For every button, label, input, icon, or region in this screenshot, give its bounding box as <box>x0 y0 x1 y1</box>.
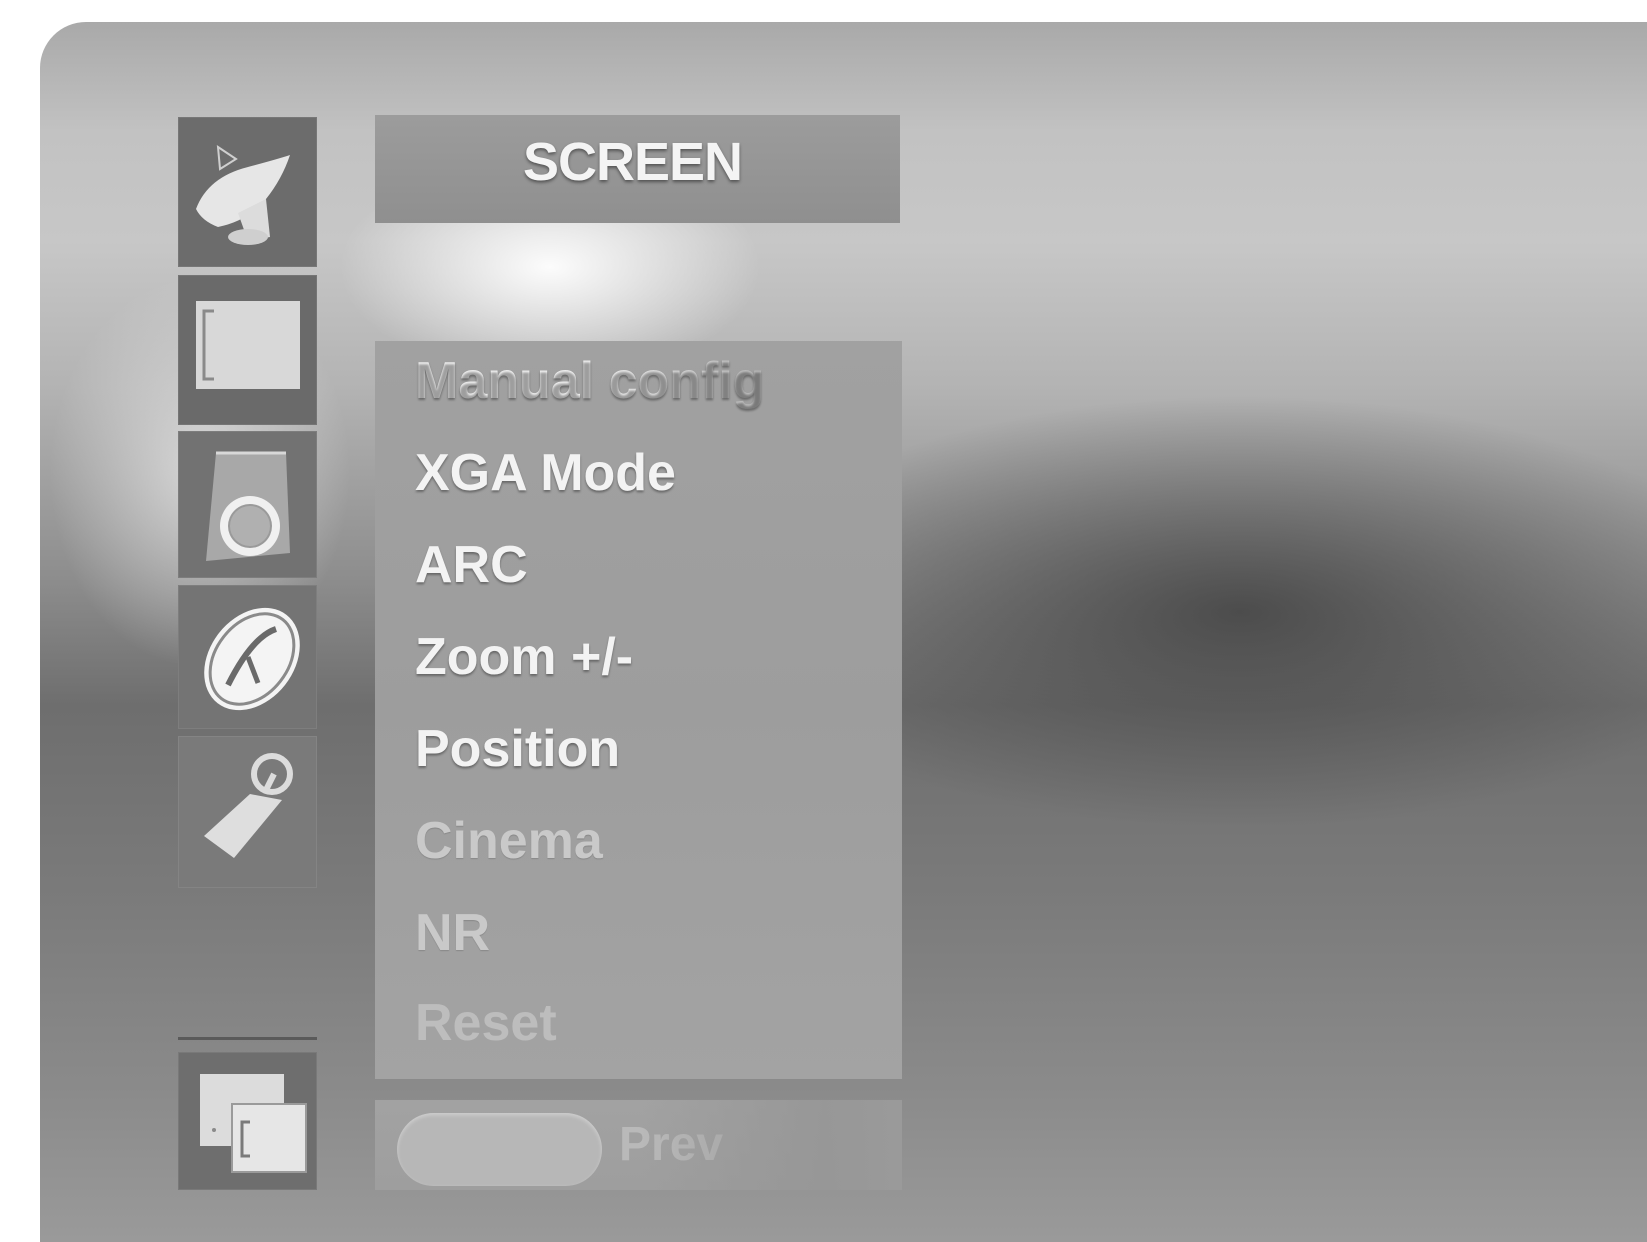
sidebar-item-special[interactable] <box>178 736 317 888</box>
sidebar-divider <box>178 1037 317 1040</box>
pip-windows-icon <box>200 1074 307 1173</box>
menu-item-position[interactable]: Position <box>415 719 620 779</box>
speaker-icon <box>206 451 290 561</box>
page-title: SCREEN <box>522 132 743 192</box>
menu-item-nr[interactable]: NR <box>415 903 490 963</box>
sidebar-item-audio[interactable] <box>178 431 317 578</box>
sidebar-item-screen[interactable] <box>178 275 317 425</box>
menu-item-zoom[interactable]: Zoom +/- <box>415 627 633 687</box>
prev-button[interactable] <box>397 1113 602 1186</box>
wrench-icon <box>204 753 293 858</box>
satellite-dish-icon <box>196 145 290 245</box>
bottom-bar: Prev <box>375 1100 902 1190</box>
menu-item-cinema[interactable]: Cinema <box>415 811 603 871</box>
sidebar-item-pip[interactable] <box>178 1052 317 1190</box>
menu-title-bar: SCREEN <box>375 115 900 223</box>
osd-menu-window: SCREEN Manual config XGA Mode ARC Zoom +… <box>40 22 1647 1242</box>
menu-item-arc[interactable]: ARC <box>415 535 528 595</box>
menu-list: Manual config XGA Mode ARC Zoom +/- Posi… <box>375 341 902 1079</box>
clock-icon <box>204 607 300 711</box>
menu-item-manual-config[interactable]: Manual config <box>415 351 765 411</box>
sidebar-item-time[interactable] <box>178 585 317 729</box>
bottom-bar-fade <box>642 1100 902 1190</box>
menu-item-reset[interactable]: Reset <box>415 993 557 1053</box>
sidebar-item-station[interactable] <box>178 117 317 267</box>
menu-item-xga-mode[interactable]: XGA Mode <box>415 443 676 503</box>
screen-icon <box>196 301 300 389</box>
